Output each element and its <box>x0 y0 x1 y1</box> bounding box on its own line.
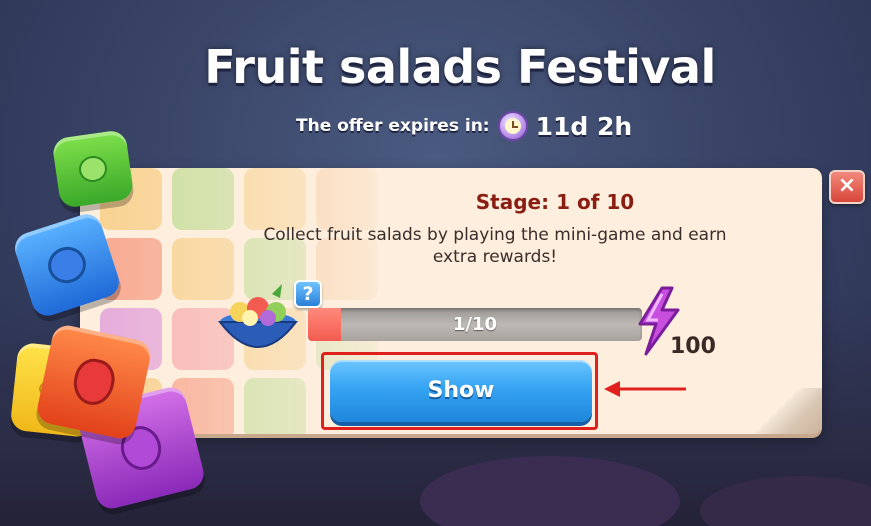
event-description: Collect fruit salads by playing the mini… <box>263 225 727 267</box>
show-button[interactable]: Show <box>330 360 592 422</box>
reward-amount: 100 <box>670 334 716 359</box>
help-button[interactable]: ? <box>294 280 322 308</box>
page-curl <box>742 388 822 434</box>
offer-expiry: The offer expires in: 11d 2h <box>296 106 632 146</box>
strawberry-cube-icon <box>34 322 154 442</box>
fruit-salad-bowl-icon <box>217 284 299 348</box>
event-title: Fruit salads Festival <box>204 40 716 94</box>
expiry-countdown: 11d 2h <box>535 111 633 141</box>
clock-icon <box>497 111 528 141</box>
stage-indicator: Stage: 1 of 10 <box>475 190 635 214</box>
event-panel: Stage: 1 of 10 Collect fruit salads by p… <box>80 168 822 434</box>
progress-text: 1/10 <box>452 314 498 335</box>
close-button[interactable]: × <box>829 170 865 204</box>
expiry-label: The offer expires in: <box>296 116 490 136</box>
left-arrow-icon <box>604 381 686 397</box>
apple-cube-icon <box>51 129 135 209</box>
progress-bar: 1/10 <box>308 308 642 341</box>
